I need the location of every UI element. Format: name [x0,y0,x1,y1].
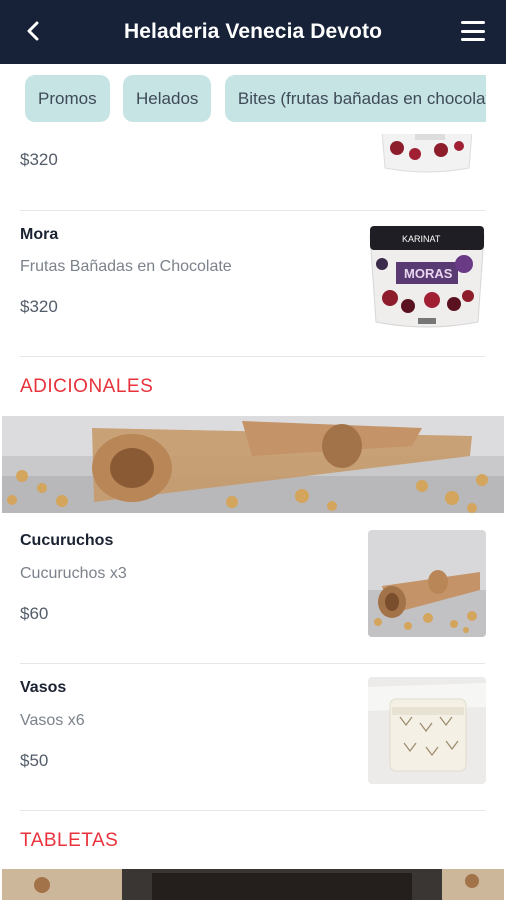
page-title: Heladeria Venecia Devoto [123,20,383,43]
tabs-edge [486,64,506,134]
item-name-vasos[interactable]: Vasos [20,679,66,697]
product-image-mora[interactable]: KARINAT MORAS [368,222,486,332]
item-price-mora: $320 [20,297,58,316]
section-banner-tabletas [2,869,504,900]
back-button[interactable] [18,16,48,46]
menu-content: $320 Mora Frutas Bañadas en Chocolate $3… [0,0,506,900]
chevron-left-icon [27,21,39,41]
item-description-vasos: Vasos x6 [20,712,85,729]
divider [20,210,485,211]
product-image-cucuruchos[interactable] [368,530,486,637]
item-price-vasos: $50 [20,751,49,770]
tab-bites[interactable]: Bites (frutas bañadas en chocolat [224,75,504,122]
divider [20,356,485,357]
item-name-cucuruchos[interactable]: Cucuruchos [20,532,113,550]
divider [20,810,485,811]
tab-helados[interactable]: Helados [123,75,212,122]
app-header: Heladeria Venecia Devoto [0,0,506,64]
item-description-mora: Frutas Bañadas en Chocolate [20,258,232,275]
brand-label: KARINAT [402,234,441,244]
divider [20,663,485,664]
item-price-cucuruchos: $60 [20,604,49,623]
prev-item-price: $320 [20,150,58,169]
product-image-vasos[interactable] [368,677,486,784]
hamburger-menu-icon[interactable] [460,18,486,44]
section-title-adicionales: ADICIONALES [20,376,154,397]
section-banner-adicionales [2,416,504,513]
product-label: MORAS [404,266,453,281]
item-description-cucuruchos: Cucuruchos x3 [20,565,127,582]
item-name-mora[interactable]: Mora [20,226,58,244]
category-tabs: Promos Helados Bites (frutas bañadas en … [0,64,506,134]
tab-promos[interactable]: Promos [25,75,110,122]
section-title-tabletas: TABLETAS [20,830,119,851]
